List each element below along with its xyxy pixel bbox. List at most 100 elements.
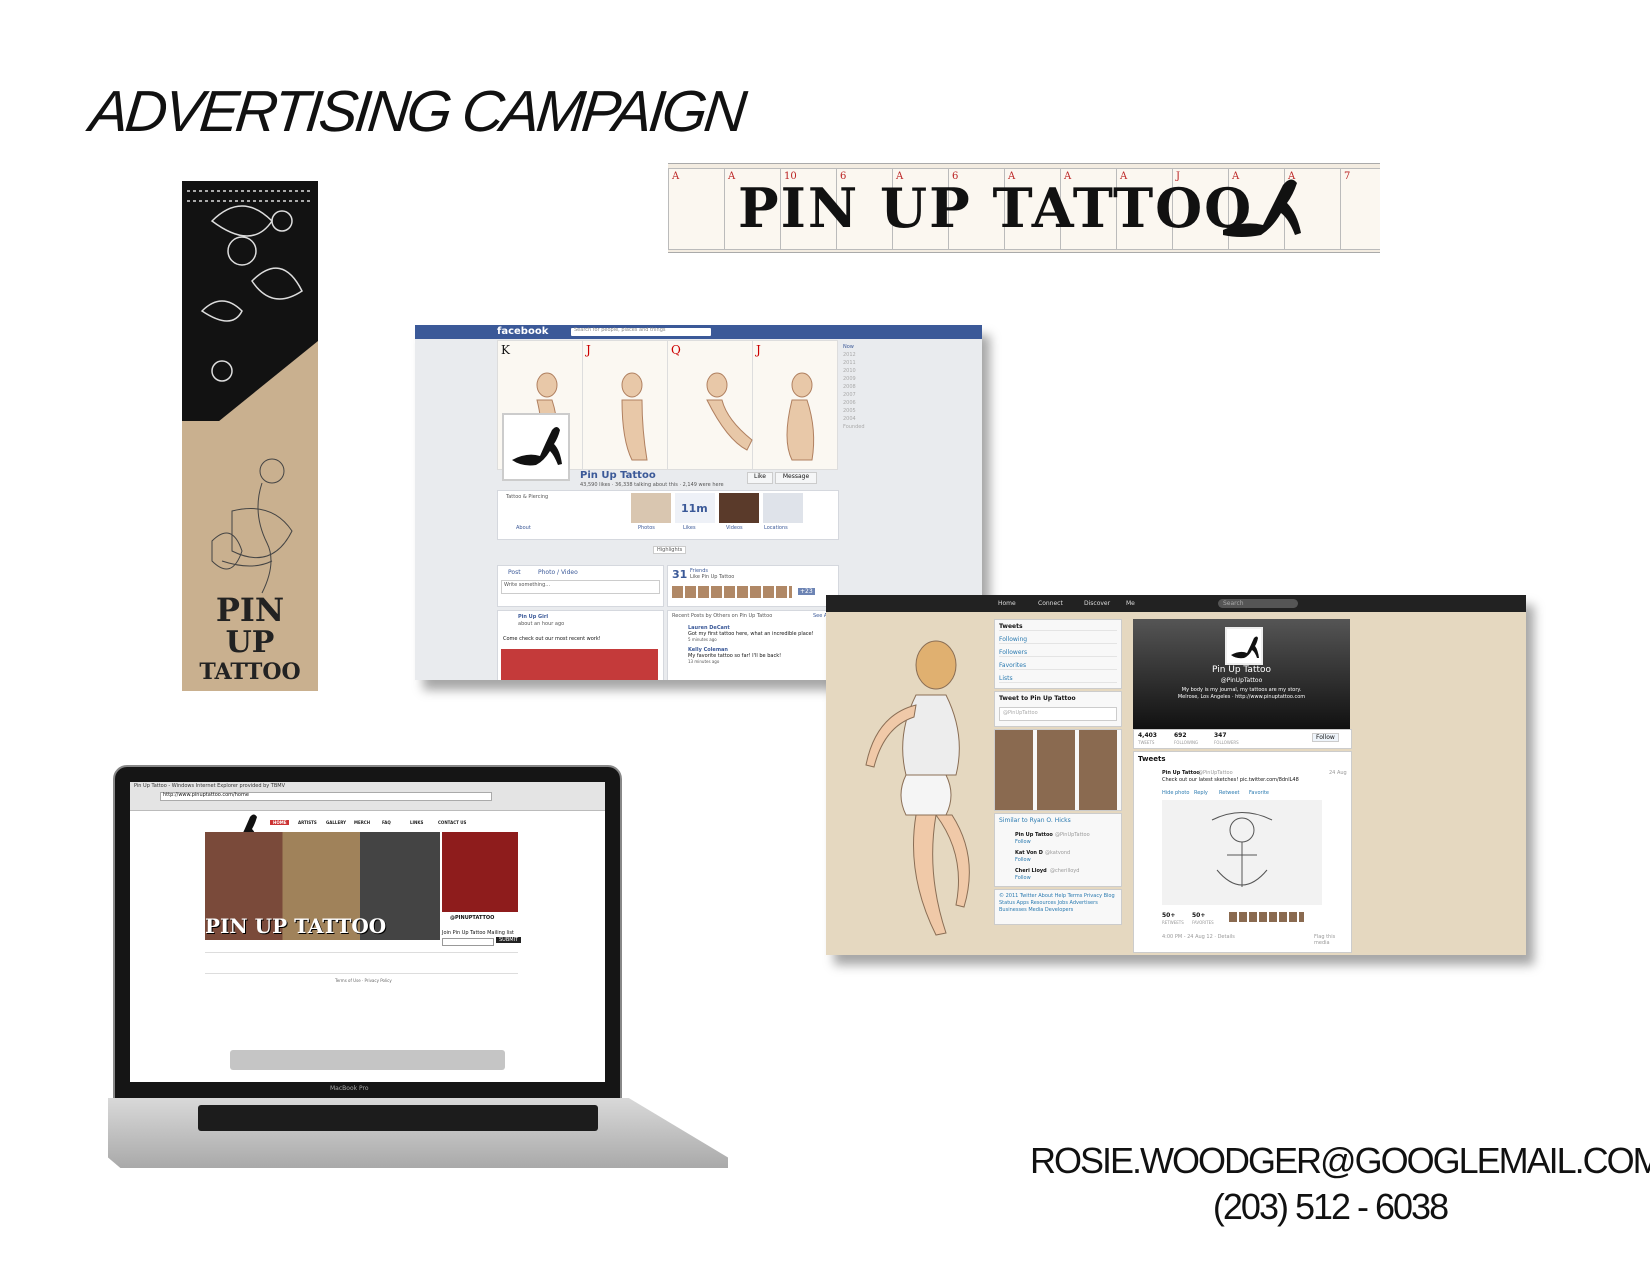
facebook-post-author[interactable]: Pin Up Girl [518,614,548,620]
twitter-profile-handle: @PinUpTattoo [1220,677,1263,684]
timeline-year-link[interactable]: 2010 [843,367,873,375]
facebook-tab-likes[interactable]: Likes [683,525,696,531]
website-footer-links[interactable]: Terms of Use · Privacy Policy [335,978,392,983]
timeline-year-link[interactable]: 2007 [843,391,873,399]
facebook-photos-thumb[interactable] [631,493,671,523]
twitter-menu-item[interactable]: Tweets [999,623,1117,631]
facebook-like-button[interactable]: Like [747,472,773,484]
timeline-year-link[interactable]: 2011 [843,359,873,367]
twitter-stat-followers[interactable]: 347 [1214,732,1227,739]
twitter-stats-bar: 4,403 TWEETS 692 FOLLOWING 347 FOLLOWERS… [1133,729,1352,749]
twitter-similar-follow-1[interactable]: Follow [1015,839,1031,845]
laptop-keyboard [198,1105,598,1131]
facebook-highlights[interactable]: Highlights [653,546,687,554]
twitter-action-reply[interactable]: Reply [1194,790,1208,796]
twitter-action-favorite[interactable]: Favorite [1249,790,1269,796]
twitter-flag-media[interactable]: Flag this media [1314,934,1351,946]
website-email-input[interactable] [442,938,494,946]
facebook-post-image[interactable] [501,649,658,680]
facebook-search-input[interactable]: Search for people, places and things [571,327,711,336]
banner-ad: A A 10 6 A 6 A A A J A A 7 PIN UP TATTOO [668,163,1380,253]
twitter-retweets-count[interactable]: 50+ [1162,912,1175,919]
facebook-about-link[interactable]: About [516,525,531,531]
website-submit-button[interactable]: SUBMIT [496,937,522,943]
bookmark-line-3: TATTOO [199,659,301,685]
twitter-avatar[interactable] [1225,627,1263,665]
twitter-stat-tweets-label: TWEETS [1138,740,1155,745]
facebook-message-button[interactable]: Message [775,472,817,484]
timeline-year-link[interactable]: 2008 [843,383,873,391]
twitter-similar-name-2[interactable]: Kat Von D [1015,850,1043,856]
twitter-nav-me[interactable]: Me [1126,600,1135,607]
website-nav-item[interactable]: GALLERY [326,820,346,825]
pinup-silhouette-icon [1231,636,1259,659]
website-nav-item[interactable]: MERCH [354,820,370,825]
twitter-search-input[interactable]: Search [1218,599,1298,608]
timeline-year-link[interactable]: Founded [843,423,873,431]
facebook-tab-videos[interactable]: Videos [726,525,743,531]
contact-phone[interactable]: (203) 512 - 6038 [1030,1186,1630,1228]
twitter-action-hide[interactable]: Hide photo [1162,790,1189,796]
browser-title: Pin Up Tattoo - Windows Internet Explore… [134,783,286,789]
twitter-nav-discover[interactable]: Discover [1084,600,1110,607]
facebook-friend-avatars[interactable] [672,586,792,598]
facebook-videos-thumb[interactable] [719,493,759,523]
facebook-write-input[interactable]: Write something... [501,580,660,594]
facebook-photo-tab[interactable]: Photo / Video [538,569,578,576]
twitter-favoriters-avatars[interactable] [1229,912,1304,922]
facebook-friends-more[interactable]: +23 [798,588,815,595]
twitter-favorites-count[interactable]: 50+ [1192,912,1205,919]
twitter-retweets-label: RETWEETS [1162,920,1184,925]
mac-dock[interactable] [230,1050,505,1070]
twitter-similar-name-3[interactable]: Cheri Lloyd [1015,868,1047,874]
timeline-year-link[interactable]: 2004 [843,415,873,423]
twitter-tweet-date: 24 Aug [1329,770,1347,776]
twitter-tweet-author[interactable]: Pin Up Tattoo [1162,770,1200,776]
website-nav-item[interactable]: FAQ [382,820,391,825]
twitter-nav-home[interactable]: Home [998,600,1016,607]
facebook-likes-count: 11m [681,502,708,515]
twitter-stat-tweets[interactable]: 4,403 [1138,732,1157,739]
facebook-post-text: Come check out our most recent work! [503,636,601,642]
twitter-menu-item[interactable]: Lists [999,675,1117,683]
pinup-silhouette-icon [1223,179,1301,237]
pinup-silhouette-icon [512,427,562,466]
twitter-tweet-image[interactable] [1162,800,1322,905]
facebook-tab-photos[interactable]: Photos [638,525,655,531]
timeline-year-link[interactable]: 2006 [843,399,873,407]
twitter-menu-item[interactable]: Favorites [999,662,1117,670]
twitter-menu-item[interactable]: Followers [999,649,1117,657]
timeline-year-link[interactable]: 2012 [843,351,873,359]
website-nav-item[interactable]: CONTACT US [438,820,466,825]
twitter-profile-header: Pin Up Tattoo @PinUpTattoo My body is my… [1133,619,1350,729]
website-nav-item[interactable]: ARTISTS [298,820,317,825]
twitter-similar-name-1[interactable]: Pin Up Tattoo [1015,832,1053,838]
facebook-topbar: facebook Search for people, places and t… [415,325,982,339]
facebook-timeline-years: Now 2012 2011 2010 2009 2008 2007 2006 2005 2004 F… [843,343,873,431]
facebook-post-tab[interactable]: Post [508,569,521,576]
website-nav-item[interactable]: LINKS [410,820,423,825]
facebook-tab-locations[interactable]: Locations [764,525,788,531]
twitter-follow-button[interactable]: Follow [1312,733,1339,742]
browser-url-bar[interactable]: http://www.pinuptattoo.com/home [160,792,492,801]
timeline-year-link[interactable]: 2005 [843,407,873,415]
facebook-profile-picture[interactable] [502,413,570,481]
timeline-year-link[interactable]: 2009 [843,375,873,383]
contact-email[interactable]: ROSIE.WOODGER@GOOGLEMAIL.COM [1030,1140,1650,1182]
laptop-screen-bezel: Pin Up Tattoo - Windows Internet Explore… [113,765,622,1102]
twitter-similar-follow-3[interactable]: Follow [1015,875,1031,881]
facebook-category: Tattoo & Piercing [506,494,549,500]
twitter-action-retweet[interactable]: Retweet [1219,790,1240,796]
website-nav-item[interactable]: HOME [270,820,290,825]
twitter-stat-following[interactable]: 692 [1174,732,1187,739]
timeline-year-link[interactable]: Now [843,343,873,351]
twitter-similar-follow-2[interactable]: Follow [1015,857,1031,863]
twitter-menu-item[interactable]: Following [999,636,1117,644]
twitter-footer-links: © 2011 Twitter About Help Terms Privacy … [994,889,1122,925]
facebook-locations-thumb[interactable] [763,493,803,523]
twitter-tweet-to-input[interactable]: @PinUpTattoo [999,707,1117,721]
twitter-nav-connect[interactable]: Connect [1038,600,1063,607]
facebook-likes-thumb[interactable]: 11m [675,493,715,523]
website-handle[interactable]: @PINUPTATTOO [450,915,494,921]
twitter-photo-grid[interactable] [994,729,1122,811]
